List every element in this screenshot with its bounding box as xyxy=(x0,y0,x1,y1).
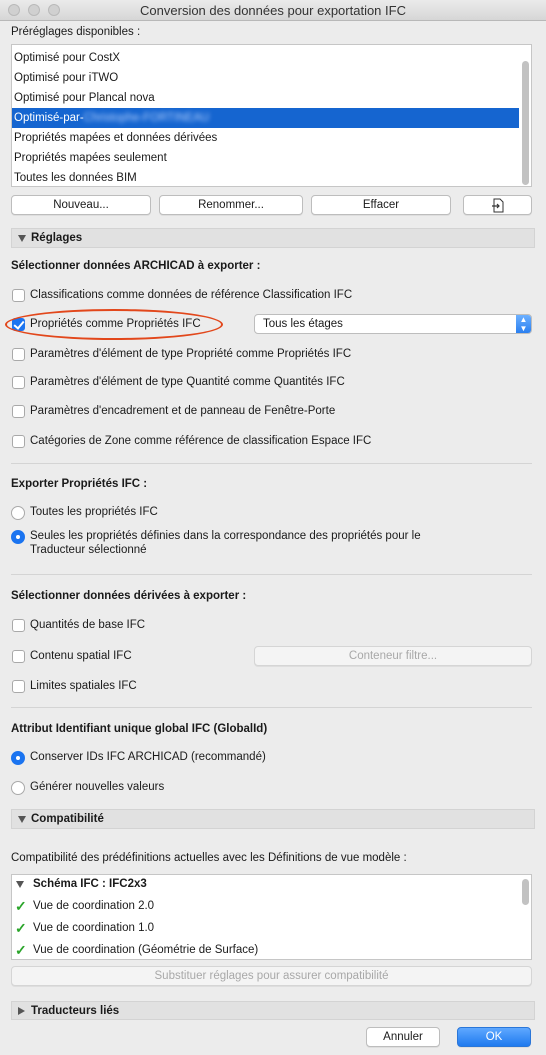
spatial-boundaries-label: Limites spatiales IFC xyxy=(30,680,137,692)
preset-item-selected[interactable]: Optimisé-par-Christophe-FORTINEAU xyxy=(12,108,519,128)
presets-list[interactable]: Optimisé pour CostX Optimisé pour iTWO O… xyxy=(11,44,532,187)
compatibility-list[interactable]: Schéma IFC : IFC2x3 ✓ Vue de coordinatio… xyxy=(11,874,532,960)
storey-select[interactable]: Tous les étages ▲ ▼ xyxy=(254,314,532,334)
divider xyxy=(11,707,532,708)
export-props-heading: Exporter Propriétés IFC : xyxy=(11,478,148,490)
preset-item[interactable]: Toutes les données BIM xyxy=(12,168,519,186)
base-quantities-label: Quantités de base IFC xyxy=(30,619,146,631)
archicad-data-heading: Sélectionner données ARCHICAD à exporter… xyxy=(11,260,261,272)
presets-heading: Préréglages disponibles : xyxy=(11,26,141,38)
preset-item[interactable]: Optimisé pour Plancal nova xyxy=(12,88,519,108)
storey-select-value: Tous les étages xyxy=(263,318,343,330)
checkmark-icon: ✓ xyxy=(15,920,27,936)
spatial-content-label: Contenu spatial IFC xyxy=(30,650,132,662)
preset-item[interactable]: Propriétés mapées et données dérivées xyxy=(12,128,519,148)
all-props-radio[interactable] xyxy=(11,506,25,520)
divider xyxy=(11,463,532,464)
divider xyxy=(11,574,532,575)
all-props-label: Toutes les propriétés IFC xyxy=(30,506,158,518)
mvd-item: Vue de coordination 2.0 xyxy=(33,900,155,912)
preset-item-label: Optimisé-par- xyxy=(14,112,84,124)
keep-ids-radio[interactable] xyxy=(11,751,25,765)
container-filter-button[interactable]: Conteneur filtre... xyxy=(254,646,532,666)
zone-categories-label: Catégories de Zone comme référence de cl… xyxy=(30,435,372,447)
compatibility-scrollbar[interactable] xyxy=(522,879,529,905)
cancel-button[interactable]: Annuler xyxy=(366,1027,440,1047)
highlight-ring xyxy=(5,309,223,340)
delete-preset-button[interactable]: Effacer xyxy=(311,195,451,215)
mvd-item: Vue de coordination (Géométrie de Surfac… xyxy=(33,944,259,956)
classifications-checkbox[interactable] xyxy=(12,289,25,302)
import-preset-button[interactable] xyxy=(463,195,532,215)
property-params-checkbox[interactable] xyxy=(12,348,25,361)
disclosure-triangle-icon xyxy=(18,816,26,823)
new-preset-button[interactable]: Nouveau... xyxy=(11,195,151,215)
checkmark-icon: ✓ xyxy=(15,942,27,958)
compatibility-description: Compatibilité des prédéfinitions actuell… xyxy=(11,852,407,864)
window-door-params-label: Paramètres d'encadrement et de panneau d… xyxy=(30,405,336,417)
presets-scrollbar[interactable] xyxy=(522,61,529,185)
select-arrows-icon: ▲ ▼ xyxy=(516,315,531,333)
derived-data-heading: Sélectionner données dérivées à exporter… xyxy=(11,590,247,602)
mapped-props-radio[interactable] xyxy=(11,530,25,544)
property-params-label: Paramètres d'élément de type Propriété c… xyxy=(30,348,352,360)
schema-label: Schéma IFC : IFC2x3 xyxy=(33,878,147,890)
base-quantities-checkbox[interactable] xyxy=(12,619,25,632)
compatibility-section-header[interactable]: Compatibilité xyxy=(11,809,535,829)
new-values-label: Générer nouvelles valeurs xyxy=(30,781,165,793)
quantity-params-label: Paramètres d'élément de type Quantité co… xyxy=(30,376,345,388)
title-bar: Conversion des données pour exportation … xyxy=(0,0,546,21)
linked-translators-title: Traducteurs liés xyxy=(31,1005,120,1017)
new-values-radio[interactable] xyxy=(11,781,25,795)
obscured-author-name: Christophe-FORTINEAU xyxy=(83,112,210,124)
checkmark-icon: ✓ xyxy=(15,898,27,914)
classifications-label: Classifications comme données de référen… xyxy=(30,289,353,301)
keep-ids-label: Conserver IDs IFC ARCHICAD (recommandé) xyxy=(30,751,266,763)
settings-section-header[interactable]: Réglages xyxy=(11,228,535,248)
mvd-item: Vue de coordination 1.0 xyxy=(33,922,155,934)
disclosure-triangle-icon xyxy=(18,235,26,242)
quantity-params-checkbox[interactable] xyxy=(12,376,25,389)
mapped-props-label-line2: Traducteur sélectionné xyxy=(30,544,147,556)
disclosure-triangle-icon[interactable] xyxy=(16,881,24,888)
disclosure-triangle-icon xyxy=(18,1007,25,1015)
window-title: Conversion des données pour exportation … xyxy=(140,3,406,18)
list-item-partial xyxy=(12,44,519,45)
guid-heading: Attribut Identifiant unique global IFC (… xyxy=(11,723,268,735)
window-door-params-checkbox[interactable] xyxy=(12,405,25,418)
rename-preset-button[interactable]: Renommer... xyxy=(159,195,303,215)
preset-item[interactable]: Optimisé pour iTWO xyxy=(12,68,519,88)
preset-item[interactable]: Propriétés mapées seulement xyxy=(12,148,519,168)
spatial-content-checkbox[interactable] xyxy=(12,650,25,663)
zone-categories-checkbox[interactable] xyxy=(12,435,25,448)
settings-section-title: Réglages xyxy=(31,232,83,244)
linked-translators-section-header[interactable]: Traducteurs liés xyxy=(11,1001,535,1020)
spatial-boundaries-checkbox[interactable] xyxy=(12,680,25,693)
substitute-settings-button[interactable]: Substituer réglages pour assurer compati… xyxy=(11,966,532,986)
preset-item[interactable]: Optimisé pour CostX xyxy=(12,48,519,68)
import-file-icon xyxy=(491,198,503,213)
mapped-props-label: Seules les propriétés définies dans la c… xyxy=(30,530,421,542)
ok-button[interactable]: OK xyxy=(457,1027,531,1047)
compatibility-section-title: Compatibilité xyxy=(31,813,104,825)
